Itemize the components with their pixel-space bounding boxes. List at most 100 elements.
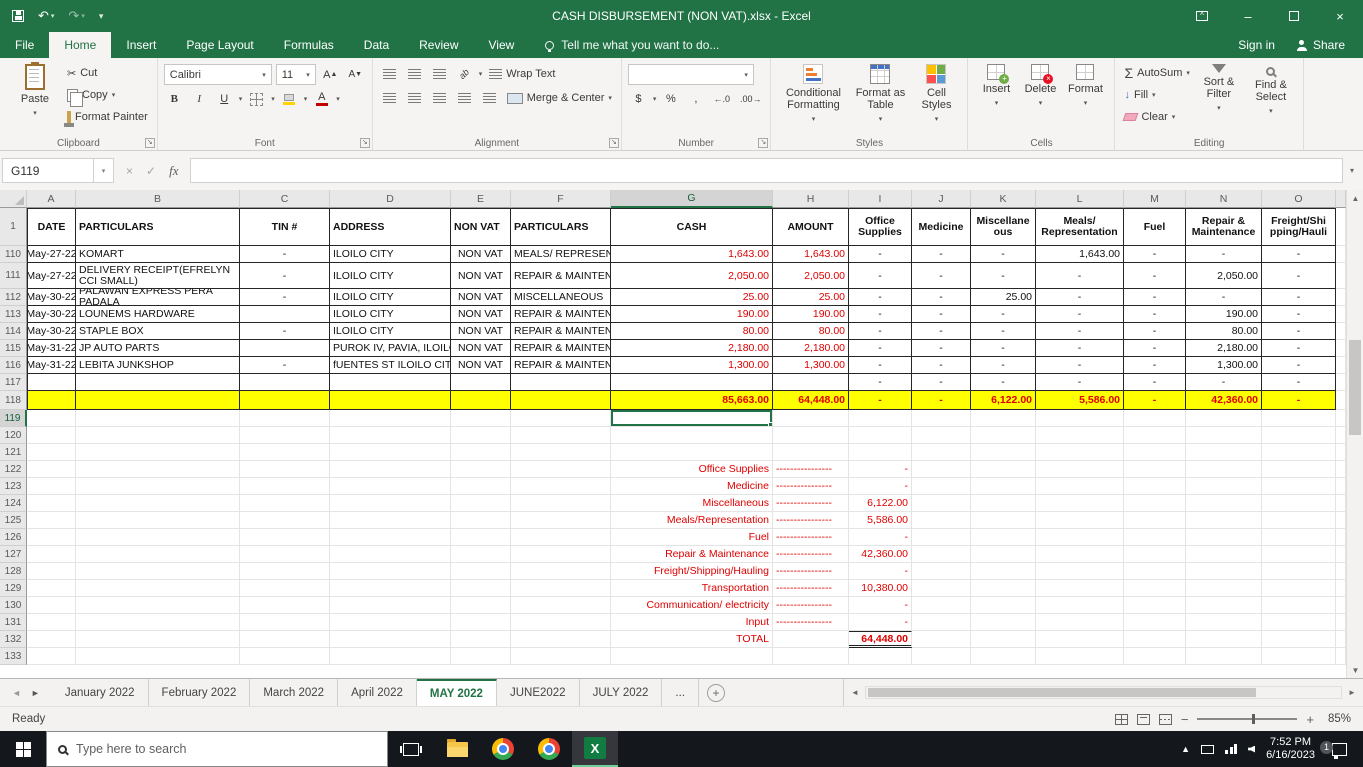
cell-K113[interactable]: - (971, 306, 1036, 323)
cell-H132[interactable] (773, 631, 849, 648)
cell-M132[interactable] (1124, 631, 1186, 648)
cell-H114[interactable]: 80.00 (773, 323, 849, 340)
cell-O116[interactable]: - (1262, 357, 1336, 374)
cell-J132[interactable] (912, 631, 971, 648)
cell-D127[interactable] (330, 546, 451, 563)
cell-E114[interactable]: NON VAT (451, 323, 511, 340)
cell-F116[interactable]: REPAIR & MAINTENAN (511, 357, 611, 374)
decrease-decimal-button[interactable]: .00→ (737, 89, 765, 109)
cell-E122[interactable] (451, 461, 511, 478)
cell-E118[interactable] (451, 391, 511, 410)
cell-L124[interactable] (1036, 495, 1124, 512)
cell-A114[interactable]: May-30-22 (27, 323, 76, 340)
cell-I118[interactable]: - (849, 391, 912, 410)
cell-F118[interactable] (511, 391, 611, 410)
cell-K116[interactable]: - (971, 357, 1036, 374)
cell-N110[interactable]: - (1186, 246, 1262, 263)
cell-B111[interactable]: DELIVERY RECEIPT(EFRELYN CCI SMALL) (76, 263, 240, 289)
cell-I111[interactable]: - (849, 263, 912, 289)
cell-J113[interactable]: - (912, 306, 971, 323)
column-header-O[interactable]: O (1262, 190, 1336, 208)
cell-B119[interactable] (76, 410, 240, 427)
cell-H122[interactable]: ---------------- (773, 461, 849, 478)
cell-E112[interactable]: NON VAT (451, 289, 511, 306)
cell-N132[interactable] (1186, 631, 1262, 648)
clipboard-dialog-launcher[interactable]: ↘ (144, 138, 155, 148)
cell-B126[interactable] (76, 529, 240, 546)
cell-F120[interactable] (511, 427, 611, 444)
cell-H113[interactable]: 190.00 (773, 306, 849, 323)
ribbon-tab-review[interactable]: Review (404, 32, 473, 58)
cell-A112[interactable]: May-30-22 (27, 289, 76, 306)
cell-A127[interactable] (27, 546, 76, 563)
cell-B132[interactable] (76, 631, 240, 648)
cell-D122[interactable] (330, 461, 451, 478)
cell-H128[interactable]: ---------------- (773, 563, 849, 580)
cell-A128[interactable] (27, 563, 76, 580)
cell-M111[interactable]: - (1124, 263, 1186, 289)
cell-C116[interactable]: - (240, 357, 330, 374)
cell-N119[interactable] (1186, 410, 1262, 427)
formula-input[interactable] (190, 158, 1343, 183)
cell-B114[interactable]: STAPLE BOX (76, 323, 240, 340)
cell-I110[interactable]: - (849, 246, 912, 263)
cell-M126[interactable] (1124, 529, 1186, 546)
row-header-126[interactable]: 126 (0, 529, 27, 546)
cell-D128[interactable] (330, 563, 451, 580)
sheet-nav-next-button[interactable]: ► (31, 688, 40, 698)
cell-O128[interactable] (1262, 563, 1336, 580)
cell-H117[interactable] (773, 374, 849, 391)
cell-K125[interactable] (971, 512, 1036, 529)
ribbon-tab-formulas[interactable]: Formulas (269, 32, 349, 58)
column-header-E[interactable]: E (451, 190, 511, 208)
cell-C129[interactable] (240, 580, 330, 597)
cell-J116[interactable]: - (912, 357, 971, 374)
cell-F133[interactable] (511, 648, 611, 665)
cell-H133[interactable] (773, 648, 849, 665)
cell-M131[interactable] (1124, 614, 1186, 631)
cell-G131[interactable]: Input (611, 614, 773, 631)
cell-M119[interactable] (1124, 410, 1186, 427)
cell-B116[interactable]: LEBITA JUNKSHOP (76, 357, 240, 374)
cell-G114[interactable]: 80.00 (611, 323, 773, 340)
cell-O114[interactable]: - (1262, 323, 1336, 340)
column-header-I[interactable]: I (849, 190, 912, 208)
cell-C128[interactable] (240, 563, 330, 580)
cell-K130[interactable] (971, 597, 1036, 614)
cell-N129[interactable] (1186, 580, 1262, 597)
cell-N117[interactable]: - (1186, 374, 1262, 391)
cell-M128[interactable] (1124, 563, 1186, 580)
undo-button[interactable]: ↶ ▾ (38, 8, 54, 24)
cell-G112[interactable]: 25.00 (611, 289, 773, 306)
tray-expand-button[interactable]: ▲ (1181, 744, 1190, 754)
cell-J133[interactable] (912, 648, 971, 665)
cell-I117[interactable]: - (849, 374, 912, 391)
cell-F114[interactable]: REPAIR & MAINTENA (511, 323, 611, 340)
bottom-align-button[interactable] (429, 64, 450, 84)
row-header-131[interactable]: 131 (0, 614, 27, 631)
cell-G124[interactable]: Miscellaneous (611, 495, 773, 512)
cell-H116[interactable]: 1,300.00 (773, 357, 849, 374)
cell-I114[interactable]: - (849, 323, 912, 340)
fill-button[interactable]: ↓ Fill ▾ (1121, 85, 1192, 105)
excel-taskbar-button[interactable]: X (572, 731, 618, 767)
cell-K111[interactable]: - (971, 263, 1036, 289)
cell-D120[interactable] (330, 427, 451, 444)
cell-M118[interactable]: - (1124, 391, 1186, 410)
ribbon-tab-insert[interactable]: Insert (111, 32, 171, 58)
cell-C124[interactable] (240, 495, 330, 512)
cell-I112[interactable]: - (849, 289, 912, 306)
cell-M115[interactable]: - (1124, 340, 1186, 357)
cell-O126[interactable] (1262, 529, 1336, 546)
percent-style-button[interactable]: % (660, 89, 681, 109)
cell-F1[interactable]: PARTICULARS (511, 208, 611, 246)
cell-K121[interactable] (971, 444, 1036, 461)
copy-button[interactable]: Copy ▾ (64, 85, 151, 107)
cell-I119[interactable] (849, 410, 912, 427)
cell-E133[interactable] (451, 648, 511, 665)
row-header-120[interactable]: 120 (0, 427, 27, 444)
cell-F129[interactable] (511, 580, 611, 597)
row-header-129[interactable]: 129 (0, 580, 27, 597)
middle-align-button[interactable] (404, 64, 425, 84)
cell-M121[interactable] (1124, 444, 1186, 461)
